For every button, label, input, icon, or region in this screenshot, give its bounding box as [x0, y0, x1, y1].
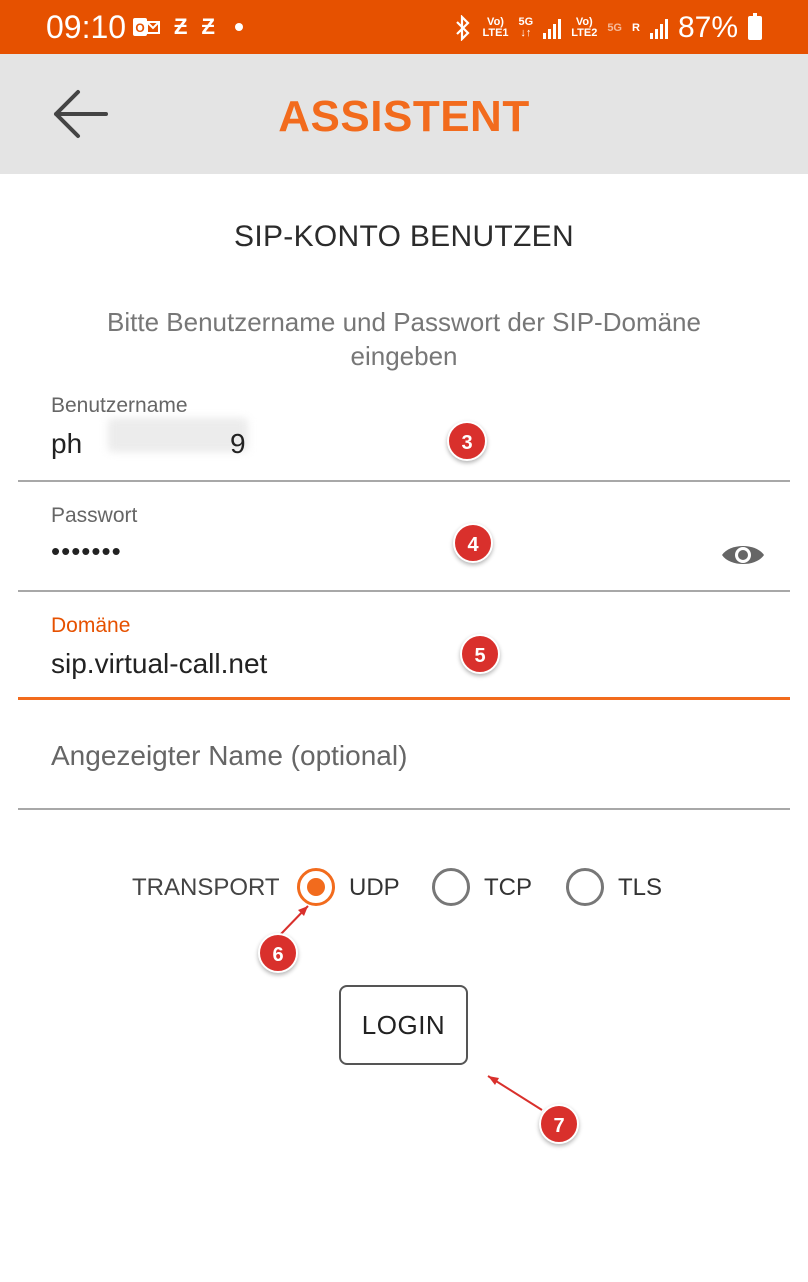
- annotation-badge-4: 4: [453, 523, 493, 563]
- roaming-indicator: R: [632, 21, 640, 34]
- network-2: Vo) LTE2: [571, 16, 598, 39]
- domain-underline: [18, 697, 790, 700]
- signal-icon: [543, 17, 562, 39]
- status-time: 09:10: [46, 9, 127, 45]
- display-name-underline: [18, 808, 790, 810]
- status-bar: 09:10 O Ƶ Ƶ Vo) LTE1 5G ↓↑ Vo) LTE2 5G R 87…: [0, 0, 808, 54]
- domain-field[interactable]: Domäne sip.virtual-call.net: [18, 610, 790, 704]
- arrow-6: [279, 905, 309, 936]
- radio-tcp[interactable]: [432, 868, 470, 906]
- login-button[interactable]: LOGIN: [339, 985, 468, 1065]
- password-value[interactable]: •••••••: [51, 536, 122, 567]
- annotation-badge-5: 5: [460, 634, 500, 674]
- arrow-7: [487, 1075, 543, 1111]
- section-title: SIP-KONTO BENUTZEN: [234, 220, 574, 253]
- radio-tls-label[interactable]: TLS: [618, 874, 662, 902]
- battery-percentage: 87%: [677, 11, 738, 44]
- z-icon: Ƶ: [174, 14, 188, 39]
- page-title: ASSISTENT: [278, 92, 530, 141]
- dot-icon: [234, 23, 243, 31]
- radio-udp-label[interactable]: UDP: [349, 874, 400, 902]
- radio-udp[interactable]: [297, 868, 335, 906]
- annotation-badge-3: 3: [447, 421, 487, 461]
- transport-label: TRANSPORT: [132, 874, 280, 901]
- display-name-field[interactable]: Angezeigter Name (optional): [18, 720, 790, 814]
- domain-value[interactable]: sip.virtual-call.net: [51, 648, 267, 680]
- app-bar: ASSISTENT: [0, 54, 808, 174]
- battery-icon: [748, 13, 762, 40]
- username-field[interactable]: Benutzername ph 9: [18, 390, 790, 484]
- transport-selector: TRANSPORT UDP TCP TLS: [0, 866, 808, 910]
- password-underline: [18, 590, 790, 592]
- svg-text:O: O: [135, 21, 144, 35]
- 5g-badge: 5G ↓↑: [518, 16, 534, 39]
- instructions-text: Bitte Benutzername und Passwort der SIP-…: [107, 307, 701, 371]
- username-value-start[interactable]: ph: [51, 428, 82, 460]
- display-name-placeholder[interactable]: Angezeigter Name (optional): [51, 740, 407, 772]
- username-value-end[interactable]: 9: [230, 428, 246, 460]
- system-icons: Vo) LTE1 5G ↓↑ Vo) LTE2 5G R 87%: [454, 12, 762, 44]
- signal-icon-2: [649, 17, 668, 39]
- bluetooth-icon: [456, 15, 471, 41]
- password-label: Passwort: [51, 504, 138, 527]
- annotation-badge-6: 6: [258, 933, 298, 973]
- 5g-badge-2: 5G: [607, 21, 622, 34]
- notification-icons: O Ƶ Ƶ: [132, 14, 243, 40]
- arrowhead-7: [488, 1076, 499, 1085]
- network-1: Vo) LTE1: [482, 16, 509, 39]
- outlook-icon: O: [133, 18, 160, 36]
- annotation-badge-7: 7: [539, 1104, 579, 1144]
- eye-icon[interactable]: [720, 540, 766, 570]
- z-icon: Ƶ: [201, 14, 215, 39]
- domain-label: Domäne: [51, 614, 131, 637]
- redacted-username: [108, 418, 248, 452]
- password-field[interactable]: Passwort •••••••: [18, 500, 790, 594]
- username-underline: [18, 480, 790, 482]
- radio-tls[interactable]: [566, 868, 604, 906]
- username-label: Benutzername: [51, 394, 188, 417]
- radio-tcp-label[interactable]: TCP: [484, 874, 532, 902]
